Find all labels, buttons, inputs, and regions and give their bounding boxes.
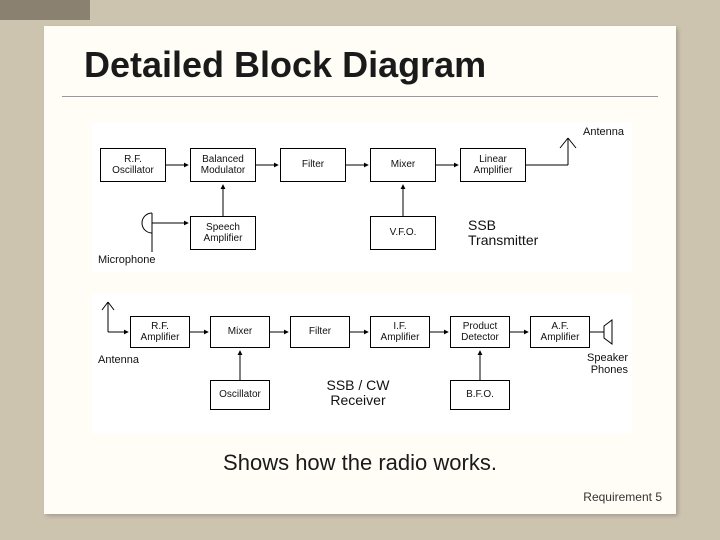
page-title: Detailed Block Diagram [84, 44, 486, 86]
block-balanced-modulator: Balanced Modulator [190, 148, 256, 182]
label-speaker-phones: Speaker Phones [587, 352, 628, 376]
block-rf-oscillator: R.F. Oscillator [100, 148, 166, 182]
block-if-amplifier: I.F. Amplifier [370, 316, 430, 348]
label-microphone: Microphone [98, 254, 155, 266]
block-af-amplifier: A.F. Amplifier [530, 316, 590, 348]
block-speech-amplifier: Speech Amplifier [190, 216, 256, 250]
requirement-label: Requirement 5 [583, 490, 662, 504]
caption: Shows how the radio works. [44, 450, 676, 476]
title-divider [62, 96, 658, 98]
block-vfo: V.F.O. [370, 216, 436, 250]
block-mixer-tx: Mixer [370, 148, 436, 182]
ssb-transmitter-diagram: R.F. Oscillator Balanced Modulator Filte… [92, 122, 632, 272]
rx-wiring [92, 294, 632, 434]
block-rf-amplifier: R.F. Amplifier [130, 316, 190, 348]
block-bfo: B.F.O. [450, 380, 510, 410]
ssb-cw-receiver-diagram: R.F. Amplifier Mixer Filter I.F. Amplifi… [92, 294, 632, 434]
block-mixer-rx: Mixer [210, 316, 270, 348]
tx-wiring [92, 122, 632, 272]
block-filter-rx: Filter [290, 316, 350, 348]
label-ssb-transmitter: SSB Transmitter [468, 218, 538, 249]
block-filter-tx: Filter [280, 148, 346, 182]
block-linear-amplifier: Linear Amplifier [460, 148, 526, 182]
block-oscillator: Oscillator [210, 380, 270, 410]
corner-accent [0, 0, 90, 20]
label-ssb-cw-receiver: SSB / CW Receiver [298, 378, 418, 409]
label-antenna-tx: Antenna [583, 126, 624, 138]
label-antenna-rx: Antenna [98, 354, 139, 366]
block-product-detector: Product Detector [450, 316, 510, 348]
slide: Detailed Block Diagram R.F. Oscillator B… [44, 26, 676, 514]
